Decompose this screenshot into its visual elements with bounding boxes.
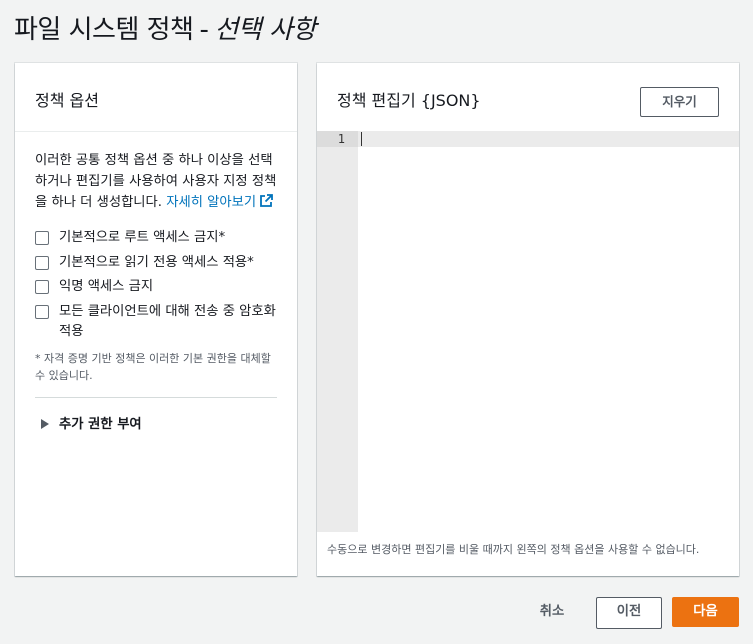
active-line-highlight: [317, 131, 739, 147]
policy-options-panel: 정책 옵션 이러한 공통 정책 옵션 중 하나 이상을 선택하거나 편집기를 사…: [15, 63, 297, 576]
page-title: 파일 시스템 정책 - 선택 사항: [14, 9, 316, 46]
line-number: 1: [337, 132, 345, 146]
checkbox-prevent-root-access[interactable]: [35, 231, 49, 245]
external-link-icon: [260, 194, 274, 207]
page-title-main: 파일 시스템 정책: [14, 15, 194, 45]
learn-more-label: 자세히 알아보기: [166, 195, 257, 210]
page-title-separator: -: [199, 15, 209, 45]
policy-editor-panel: 정책 편집기 {JSON} 지우기 1 수동으로 변경하면 편집기를 비울 때까…: [317, 63, 739, 576]
expander-label: 추가 권한 부여: [59, 417, 142, 432]
option-label: 기본적으로 루트 액세스 금지*: [59, 230, 226, 245]
checkbox-prevent-anonymous-access[interactable]: [35, 280, 49, 294]
option-label: 기본적으로 읽기 전용 액세스 적용*: [59, 255, 254, 270]
learn-more-link[interactable]: 자세히 알아보기: [166, 194, 274, 210]
editor-hint: 수동으로 변경하면 편집기를 비울 때까지 왼쪽의 정책 옵션을 사용할 수 없…: [327, 543, 700, 556]
policy-editor-header: 정책 편집기 {JSON} 지우기: [317, 63, 739, 132]
cancel-button[interactable]: 취소: [521, 597, 583, 627]
text-cursor: [361, 132, 362, 146]
previous-button[interactable]: 이전: [596, 597, 662, 629]
grant-additional-permissions-expander[interactable]: 추가 권한 부여: [41, 413, 142, 432]
policy-editor-title: 정책 편집기 {JSON}: [337, 91, 481, 110]
option-label: 모든 클라이언트에 대해 전송 중 암호화 적용: [59, 304, 276, 339]
caret-right-icon: [41, 419, 49, 429]
clear-button[interactable]: 지우기: [640, 87, 719, 117]
next-button[interactable]: 다음: [672, 597, 739, 627]
policy-options-title: 정책 옵션: [35, 91, 99, 110]
checkbox-read-only-access[interactable]: [35, 256, 49, 270]
divider: [35, 397, 277, 398]
policy-options-description: 이러한 공통 정책 옵션 중 하나 이상을 선택하거나 편집기를 사용하여 사용…: [35, 150, 283, 213]
footnote: * 자격 증명 기반 정책은 이러한 기본 권한을 대체할 수 있습니다.: [35, 352, 271, 382]
policy-options-header: 정책 옵션: [15, 63, 297, 132]
json-code-editor[interactable]: 1: [317, 131, 739, 532]
checkbox-encryption-in-transit[interactable]: [35, 305, 49, 319]
option-label: 익명 액세스 금지: [59, 279, 154, 294]
page-title-subtitle: 선택 사항: [214, 15, 316, 45]
editor-gutter: [317, 131, 358, 532]
